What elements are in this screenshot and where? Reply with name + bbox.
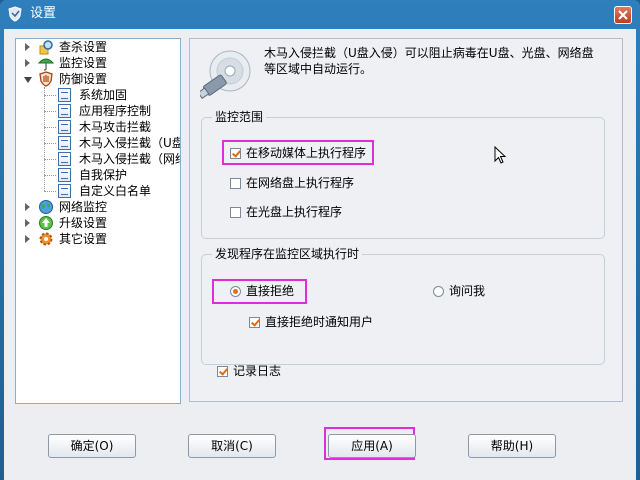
scan-magnifier-icon — [39, 40, 53, 55]
tree-item-app-control[interactable]: 应用程序控制 — [16, 103, 180, 119]
tree-item-label: 木马入侵拦截（网络 — [79, 152, 181, 166]
network-drive-checkbox[interactable] — [230, 178, 241, 189]
tree-item-update-settings[interactable]: 升级设置 — [16, 215, 180, 231]
ask-me-radio[interactable] — [433, 286, 444, 297]
optical-disc-checkbox[interactable] — [230, 207, 241, 218]
expand-arrow-icon[interactable] — [25, 59, 30, 67]
tree-item-network-monitor[interactable]: 网络监控 — [16, 199, 180, 215]
tree-item-scan-settings[interactable]: 查杀设置 — [16, 39, 180, 55]
close-icon — [618, 10, 628, 20]
usb-disc-icon — [200, 50, 251, 99]
tree-item-monitor-settings[interactable]: 监控设置 — [16, 55, 180, 71]
removable-media-label[interactable]: 在移动媒体上执行程序 — [246, 146, 366, 160]
settings-page-icon — [58, 152, 71, 166]
expand-arrow-icon[interactable] — [25, 235, 30, 243]
tree-item-trojan-attack-block[interactable]: 木马攻击拦截 — [16, 119, 180, 135]
tree-item-label: 木马攻击拦截 — [79, 120, 152, 134]
removable-media-checkbox[interactable] — [230, 148, 241, 159]
dialog-client: 查杀设置 监控设置 防御设置 系统加固 应用程序控制 木马攻击拦截 木马入侵拦截… — [4, 29, 636, 480]
window-title: 设置 — [30, 6, 57, 21]
settings-window: 设置 查杀设置 监控设置 防御设置 系统加固 应用程序控制 木马攻击拦截 木马入… — [0, 0, 640, 480]
tree-item-label: 防御设置 — [59, 72, 108, 86]
deny-radio[interactable] — [230, 286, 241, 297]
ask-me-label[interactable]: 询问我 — [449, 284, 485, 298]
group-title: 发现程序在监控区域执行时 — [212, 246, 363, 262]
record-log-checkbox[interactable] — [217, 366, 228, 377]
umbrella-icon — [38, 58, 54, 71]
on-detect-group: 发现程序在监控区域执行时 — [201, 246, 605, 365]
expand-arrow-icon[interactable] — [25, 43, 30, 51]
tree-item-usb-intrusion-block[interactable]: 木马入侵拦截（U盘 — [16, 135, 180, 151]
settings-page-icon — [58, 184, 71, 198]
tree-item-other-settings[interactable]: 其它设置 — [16, 231, 180, 247]
tree-item-label: 自定义白名单 — [79, 184, 152, 198]
tree-item-system-hardening[interactable]: 系统加固 — [16, 87, 180, 103]
tree-item-self-protection[interactable]: 自我保护 — [16, 167, 180, 183]
notify-user-checkbox[interactable] — [249, 317, 260, 328]
expand-arrow-icon[interactable] — [25, 203, 30, 211]
tree-item-label: 监控设置 — [59, 56, 108, 70]
notify-user-label[interactable]: 直接拒绝时通知用户 — [265, 315, 373, 329]
settings-content-panel: 木马入侵拦截（U盘入侵）可以阻止病毒在U盘、光盘、网络盘等区域中自动运行。 监控… — [189, 38, 623, 402]
tree-item-label: 系统加固 — [79, 88, 128, 102]
settings-page-icon — [58, 168, 71, 182]
shield-app-icon — [8, 6, 22, 22]
help-button[interactable]: 帮助(H) — [468, 434, 556, 458]
deny-label[interactable]: 直接拒绝 — [246, 284, 294, 298]
settings-page-icon — [58, 104, 71, 118]
tree-item-defense-settings[interactable]: 防御设置 — [16, 71, 180, 87]
tree-item-label: 查杀设置 — [59, 40, 108, 54]
settings-page-icon — [58, 88, 71, 102]
mouse-cursor-icon — [494, 146, 507, 164]
gear-icon — [39, 232, 53, 246]
collapse-arrow-icon[interactable] — [24, 77, 32, 87]
tree-item-custom-whitelist[interactable]: 自定义白名单 — [16, 183, 180, 199]
record-log-label[interactable]: 记录日志 — [233, 364, 281, 378]
globe-icon — [39, 200, 53, 214]
network-drive-label[interactable]: 在网络盘上执行程序 — [246, 176, 354, 190]
title-bar[interactable]: 设置 — [0, 0, 640, 28]
ok-button[interactable]: 确定(O) — [48, 434, 136, 458]
apply-button[interactable]: 应用(A) — [328, 434, 416, 458]
tree-item-label: 网络监控 — [59, 200, 108, 214]
close-button[interactable] — [614, 6, 632, 24]
tree-item-network-intrusion-block[interactable]: 木马入侵拦截（网络 — [16, 151, 180, 167]
expand-arrow-icon[interactable] — [25, 219, 30, 227]
shield-hand-icon — [39, 71, 53, 87]
tree-item-label: 木马入侵拦截（U盘 — [79, 136, 181, 150]
settings-page-icon — [58, 120, 71, 134]
feature-description: 木马入侵拦截（U盘入侵）可以阻止病毒在U盘、光盘、网络盘等区域中自动运行。 — [264, 46, 594, 76]
settings-tree[interactable]: 查杀设置 监控设置 防御设置 系统加固 应用程序控制 木马攻击拦截 木马入侵拦截… — [15, 38, 181, 404]
settings-page-icon — [58, 136, 71, 150]
optical-disc-label[interactable]: 在光盘上执行程序 — [246, 205, 342, 219]
cancel-button[interactable]: 取消(C) — [188, 434, 276, 458]
tree-item-label: 其它设置 — [59, 232, 108, 246]
tree-item-label: 自我保护 — [79, 168, 128, 182]
group-title: 监控范围 — [212, 109, 267, 125]
tree-item-label: 应用程序控制 — [79, 104, 152, 118]
update-arrow-icon — [39, 216, 53, 230]
tree-item-label: 升级设置 — [59, 216, 108, 230]
